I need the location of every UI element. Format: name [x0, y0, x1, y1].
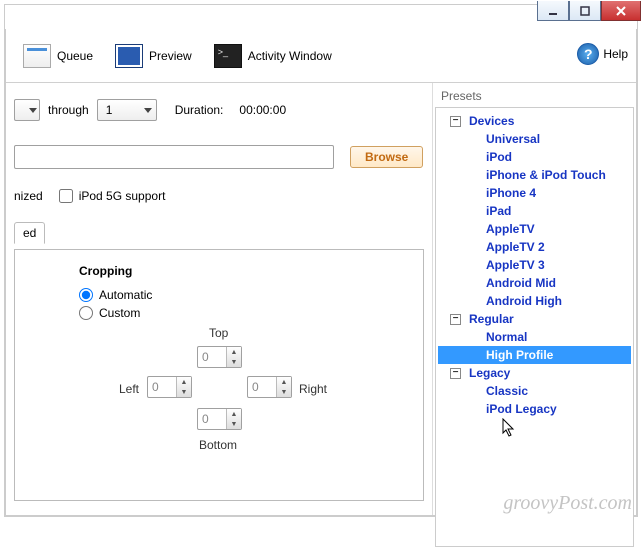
crop-left-input[interactable] — [148, 380, 176, 394]
preset-item[interactable]: iPod Legacy — [438, 400, 631, 418]
ipod-5g-label: iPod 5G support — [79, 189, 166, 203]
optimized-suffix: nized — [14, 189, 43, 203]
collapse-icon[interactable]: − — [450, 314, 461, 325]
crop-right-input[interactable] — [248, 380, 276, 394]
preset-item[interactable]: AppleTV — [438, 220, 631, 238]
close-button[interactable] — [601, 1, 641, 21]
crop-bottom-label: Bottom — [199, 438, 237, 452]
crop-bottom-input[interactable] — [198, 412, 226, 426]
preset-item[interactable]: Android High — [438, 292, 631, 310]
crop-custom-label: Custom — [99, 306, 140, 320]
crop-bottom-spin[interactable]: ▲▼ — [197, 408, 242, 430]
chapter-end-value: 1 — [106, 103, 113, 117]
crop-left-label: Left — [119, 382, 139, 396]
picture-panel: Cropping Automatic Custom Top ▲▼ — [14, 249, 424, 501]
queue-label: Queue — [57, 49, 93, 63]
duration-label: Duration: — [175, 103, 224, 117]
watermark: groovyPost.com — [503, 492, 632, 515]
crop-custom-input[interactable] — [79, 306, 93, 320]
presets-pane: Presets −DevicesUniversaliPodiPhone & iP… — [432, 83, 636, 515]
crop-grid: Top ▲▼ Left ▲▼ ▲▼ Right ▲▼ — [91, 326, 351, 476]
queue-icon — [23, 44, 51, 68]
crop-auto-radio[interactable]: Automatic — [31, 288, 407, 302]
chapter-end-combo[interactable]: 1 — [97, 99, 157, 121]
crop-right-spin[interactable]: ▲▼ — [247, 376, 292, 398]
preview-label: Preview — [149, 49, 192, 63]
preset-item[interactable]: iPad — [438, 202, 631, 220]
duration-value: 00:00:00 — [239, 103, 286, 117]
toolbar: Queue Preview Activity Window ? Help — [6, 29, 636, 83]
crop-left-spin[interactable]: ▲▼ — [147, 376, 192, 398]
minimize-button[interactable] — [537, 1, 569, 21]
preset-category[interactable]: −Regular — [438, 310, 631, 328]
crop-auto-input[interactable] — [79, 288, 93, 302]
collapse-icon[interactable]: − — [450, 368, 461, 379]
preset-item[interactable]: Universal — [438, 130, 631, 148]
crop-top-spin[interactable]: ▲▼ — [197, 346, 242, 368]
crop-auto-label: Automatic — [99, 288, 152, 302]
crop-top-input[interactable] — [198, 350, 226, 364]
chapter-start-combo[interactable] — [14, 99, 40, 121]
presets-title: Presets — [433, 87, 636, 107]
preview-icon — [115, 44, 143, 68]
preset-item[interactable]: Classic — [438, 382, 631, 400]
presets-tree[interactable]: −DevicesUniversaliPodiPhone & iPod Touch… — [436, 108, 633, 422]
maximize-button[interactable] — [569, 1, 601, 21]
preset-item[interactable]: High Profile — [438, 346, 631, 364]
collapse-icon[interactable]: − — [450, 116, 461, 127]
through-label: through — [48, 103, 89, 117]
preview-button[interactable]: Preview — [106, 39, 201, 73]
preset-item[interactable]: AppleTV 2 — [438, 238, 631, 256]
activity-label: Activity Window — [248, 49, 332, 63]
preset-category[interactable]: −Legacy — [438, 364, 631, 382]
crop-top-label: Top — [209, 326, 228, 340]
preset-item[interactable]: iPhone 4 — [438, 184, 631, 202]
crop-right-label: Right — [299, 382, 327, 396]
help-button[interactable]: ? Help — [577, 43, 628, 65]
source-path-input[interactable] — [14, 145, 334, 169]
help-label: Help — [603, 47, 628, 61]
preset-item[interactable]: AppleTV 3 — [438, 256, 631, 274]
browse-button[interactable]: Browse — [350, 146, 423, 168]
activity-button[interactable]: Activity Window — [205, 39, 341, 73]
crop-custom-radio[interactable]: Custom — [31, 306, 407, 320]
help-icon: ? — [577, 43, 599, 65]
terminal-icon — [214, 44, 242, 68]
preset-item[interactable]: iPod — [438, 148, 631, 166]
ipod-5g-checkbox[interactable]: iPod 5G support — [59, 189, 166, 203]
preset-item[interactable]: Android Mid — [438, 274, 631, 292]
queue-button[interactable]: Queue — [14, 39, 102, 73]
cropping-title: Cropping — [31, 264, 407, 278]
preset-category[interactable]: −Devices — [438, 112, 631, 130]
ipod-5g-check-input[interactable] — [59, 189, 73, 203]
preset-item[interactable]: Normal — [438, 328, 631, 346]
preset-item[interactable]: iPhone & iPod Touch — [438, 166, 631, 184]
tab-stub[interactable]: ed — [14, 222, 45, 244]
